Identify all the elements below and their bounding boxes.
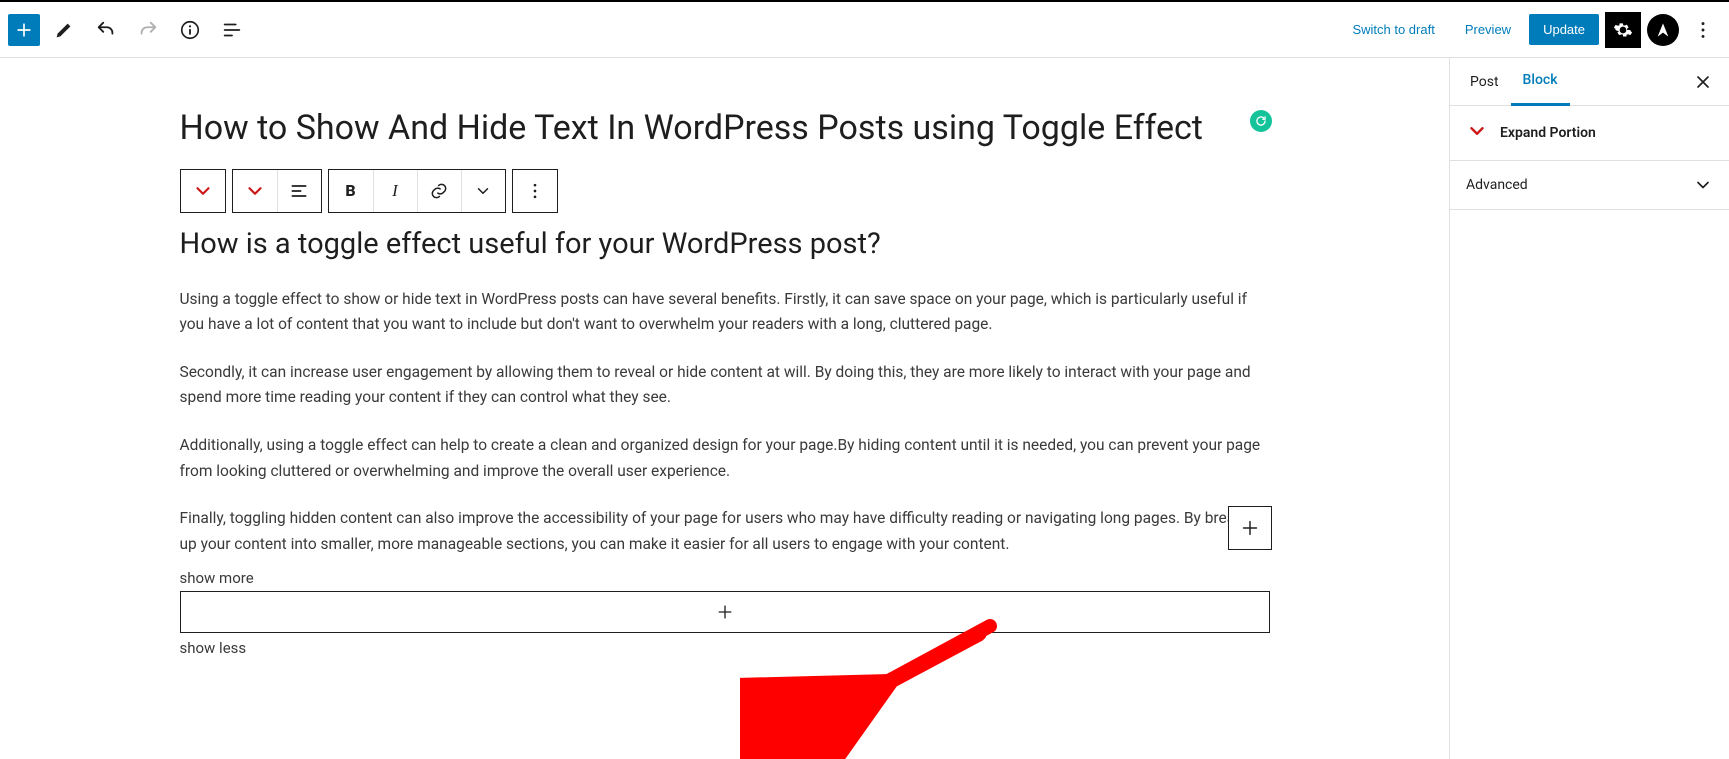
tab-post[interactable]: Post: [1458, 58, 1511, 106]
block-more-options-button[interactable]: [513, 170, 557, 212]
chevron-down-icon: [1693, 175, 1713, 195]
chevron-down-icon: [1466, 120, 1488, 142]
close-icon: [1693, 72, 1713, 92]
undo-button[interactable]: [88, 12, 124, 48]
tab-block[interactable]: Block: [1511, 58, 1570, 106]
inline-block-inserter[interactable]: [1228, 506, 1272, 550]
redo-button[interactable]: [130, 12, 166, 48]
preview-button[interactable]: Preview: [1453, 14, 1523, 45]
undo-icon: [95, 19, 117, 41]
info-icon: [179, 19, 201, 41]
plus-icon: [14, 20, 34, 40]
align-button[interactable]: [277, 170, 321, 212]
advanced-label: Advanced: [1466, 177, 1528, 193]
switch-to-draft-button[interactable]: Switch to draft: [1340, 14, 1446, 45]
close-sidebar-button[interactable]: [1685, 64, 1721, 100]
kebab-icon: [1692, 19, 1714, 41]
show-less-label: show less: [180, 639, 1270, 657]
italic-icon: I: [392, 181, 398, 201]
chevron-down-icon: [474, 182, 492, 200]
astra-icon: [1655, 22, 1671, 38]
options-button[interactable]: [1685, 12, 1721, 48]
plus-icon: [715, 602, 735, 622]
grammarly-badge[interactable]: [1250, 110, 1272, 132]
list-view-icon: [221, 19, 243, 41]
add-block-button[interactable]: [8, 14, 40, 46]
paragraph-block[interactable]: Finally, toggling hidden content can als…: [180, 506, 1270, 557]
grammarly-icon: [1254, 114, 1268, 128]
align-icon: [289, 181, 309, 201]
settings-sidebar: Post Block Expand Portion Advanced: [1449, 58, 1729, 759]
paragraph-block[interactable]: Secondly, it can increase user engagemen…: [180, 360, 1270, 411]
chevron-down-icon: [192, 180, 214, 202]
paragraph-block[interactable]: Additionally, using a toggle effect can …: [180, 433, 1270, 484]
chevron-down-icon: [244, 180, 266, 202]
editor-canvas[interactable]: How to Show And Hide Text In WordPress P…: [0, 58, 1449, 759]
tools-button[interactable]: [46, 12, 82, 48]
pencil-icon: [53, 19, 75, 41]
post-title[interactable]: How to Show And Hide Text In WordPress P…: [180, 108, 1270, 149]
bold-icon: B: [345, 181, 355, 200]
more-rich-text-button[interactable]: [461, 170, 505, 212]
astra-button[interactable]: [1647, 14, 1679, 46]
link-button[interactable]: [417, 170, 461, 212]
settings-button[interactable]: [1605, 12, 1641, 48]
bold-button[interactable]: B: [329, 170, 373, 212]
transform-button[interactable]: [233, 170, 277, 212]
gear-icon: [1613, 20, 1633, 40]
advanced-panel[interactable]: Advanced: [1450, 161, 1729, 210]
heading-block[interactable]: How is a toggle effect useful for your W…: [180, 227, 1270, 261]
outline-button[interactable]: [214, 12, 250, 48]
redo-icon: [137, 19, 159, 41]
block-toolbar: B I: [180, 169, 1270, 213]
link-icon: [429, 181, 449, 201]
italic-button[interactable]: I: [373, 170, 417, 212]
show-more-label: show more: [180, 569, 1270, 587]
block-appender[interactable]: [180, 591, 1270, 633]
block-type-panel[interactable]: Expand Portion: [1450, 106, 1729, 161]
block-type-label: Expand Portion: [1500, 125, 1596, 141]
paragraph-block[interactable]: Using a toggle effect to show or hide te…: [180, 287, 1270, 338]
update-button[interactable]: Update: [1529, 14, 1599, 45]
block-type-button[interactable]: [181, 170, 225, 212]
plus-icon: [1239, 517, 1261, 539]
details-button[interactable]: [172, 12, 208, 48]
editor-top-toolbar: Switch to draft Preview Update: [0, 2, 1729, 58]
kebab-icon: [525, 181, 545, 201]
